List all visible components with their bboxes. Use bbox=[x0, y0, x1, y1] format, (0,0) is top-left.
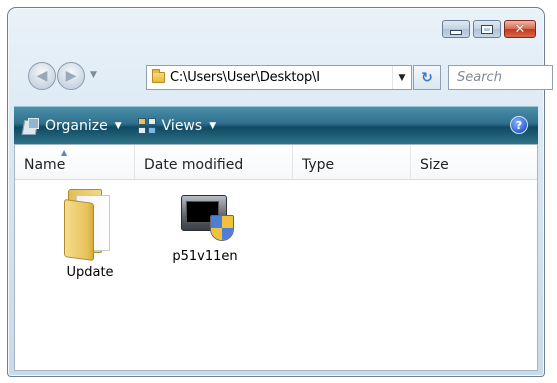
chevron-down-icon: ▼ bbox=[398, 72, 406, 83]
views-button[interactable]: Views ▼ bbox=[130, 107, 224, 144]
minimize-icon bbox=[450, 29, 462, 35]
forward-button[interactable]: ▶ bbox=[57, 62, 85, 90]
help-icon: ? bbox=[515, 118, 523, 132]
back-arrow-icon: ◀ bbox=[36, 68, 48, 84]
list-item-p51v11en[interactable]: p51v11en bbox=[155, 189, 255, 264]
refresh-icon: ↻ bbox=[421, 69, 433, 86]
item-label: p51v11en bbox=[172, 249, 238, 264]
address-path[interactable]: C:\Users\User\Desktop\I bbox=[170, 70, 392, 85]
column-header-date-modified[interactable]: Date modified bbox=[135, 145, 293, 179]
close-icon: ✕ bbox=[514, 21, 526, 37]
forward-arrow-icon: ▶ bbox=[65, 68, 77, 84]
uac-shield-icon bbox=[210, 215, 234, 241]
address-bar[interactable]: C:\Users\User\Desktop\I ▼ bbox=[146, 65, 412, 90]
views-icon bbox=[137, 117, 156, 134]
help-button[interactable]: ? bbox=[510, 116, 528, 134]
installer-icon bbox=[177, 189, 234, 243]
close-button[interactable]: ✕ bbox=[504, 20, 536, 38]
list-item-update-folder[interactable]: Update bbox=[40, 189, 140, 280]
file-list-pane: ▲ Name Date modified Type Size Update p5… bbox=[14, 144, 538, 371]
organize-icon bbox=[22, 117, 39, 134]
views-label: Views bbox=[161, 117, 203, 134]
minimize-button[interactable] bbox=[442, 20, 470, 38]
column-header-type[interactable]: Type bbox=[293, 145, 411, 179]
folder-icon bbox=[64, 189, 116, 262]
caption-buttons: ✕ bbox=[442, 20, 536, 38]
address-dropdown-button[interactable]: ▼ bbox=[392, 66, 411, 89]
file-items: Update p51v11en bbox=[15, 183, 537, 370]
item-label: Update bbox=[66, 265, 114, 280]
organize-label: Organize bbox=[45, 117, 108, 134]
column-headers: ▲ Name Date modified Type Size bbox=[15, 145, 537, 180]
organize-button[interactable]: Organize ▼ bbox=[14, 107, 130, 144]
search-input[interactable]: Search bbox=[448, 65, 553, 90]
explorer-window: ✕ ◀ ▶ ▼ C:\Users\User\Desktop\I ▼ ↻ Sear… bbox=[7, 7, 553, 377]
refresh-button[interactable]: ↻ bbox=[413, 65, 441, 90]
column-header-name[interactable]: ▲ Name bbox=[15, 145, 135, 179]
navigation-bar: ◀ ▶ ▼ C:\Users\User\Desktop\I ▼ ↻ Search bbox=[28, 62, 553, 92]
column-header-size[interactable]: Size bbox=[411, 145, 537, 179]
sort-indicator-icon: ▲ bbox=[61, 148, 68, 157]
maximize-icon bbox=[481, 24, 493, 34]
recent-pages-dropdown[interactable]: ▼ bbox=[90, 70, 97, 80]
maximize-button[interactable] bbox=[473, 20, 501, 38]
chevron-down-icon: ▼ bbox=[209, 120, 217, 131]
folder-icon bbox=[152, 69, 165, 83]
command-bar: Organize ▼ Views ▼ ? bbox=[14, 106, 538, 144]
back-button[interactable]: ◀ bbox=[28, 62, 56, 90]
search-placeholder: Search bbox=[457, 70, 502, 85]
chevron-down-icon: ▼ bbox=[114, 120, 122, 131]
